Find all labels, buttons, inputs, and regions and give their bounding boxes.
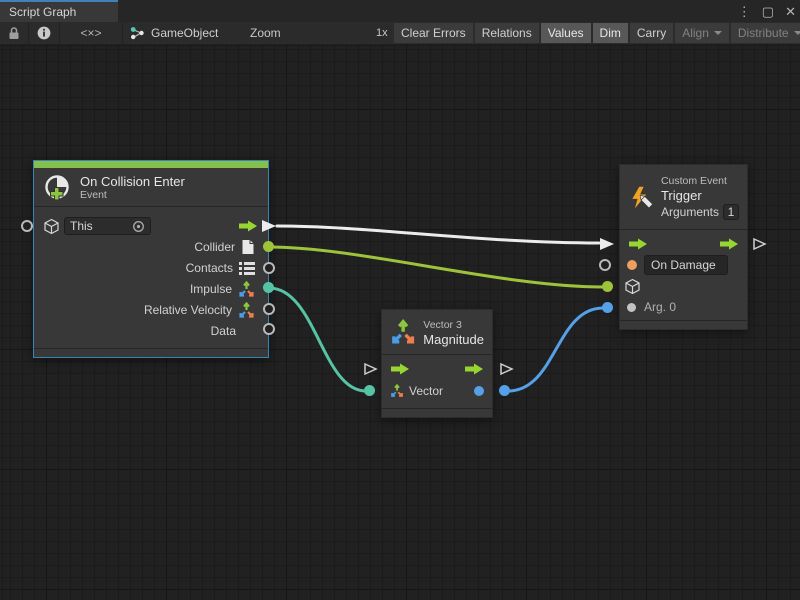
info-button[interactable] [29,22,60,44]
node-vector3-magnitude[interactable]: Vector 3 Magnitude Vector [381,309,493,418]
trigger-in-arrow-icon[interactable] [628,237,648,251]
carry-button[interactable]: Carry [630,23,673,43]
custom-event-icon [628,183,654,213]
node-footer [382,409,492,417]
port-arg0-input-connected[interactable] [602,302,613,313]
info-icon [37,26,51,40]
close-icon[interactable]: ✕ [785,5,796,18]
port-magnitude-trigger-in[interactable] [363,362,378,376]
port-event-name-input[interactable] [599,259,611,271]
dim-button[interactable]: Dim [593,23,628,43]
port-row-collider[interactable]: Collider [34,237,268,257]
arg0-label: Arg. 0 [644,300,676,314]
dropdown-caret-icon [714,31,722,35]
node-title: On Collision Enter [80,174,185,189]
vector3-icon [390,319,416,346]
graph-icon [130,26,145,40]
lock-icon [8,27,20,40]
trigger-out-arrow-icon[interactable] [238,219,258,233]
node-subtitle: Event [80,189,185,202]
node-title: Magnitude [423,332,484,347]
port-row-data[interactable]: Data [34,321,268,341]
relations-button[interactable]: Relations [475,23,539,43]
node-category: Vector 3 [423,319,484,332]
gameobject-cube-icon [43,218,60,235]
vector3-icon [390,384,404,398]
vector-input-label: Vector [409,384,443,398]
port-impulse-connected[interactable] [263,282,274,293]
this-object-field[interactable]: This [64,217,151,235]
graph-toolbar: <×> GameObject Zoom 1x Clear Errors Rela… [0,22,800,45]
vector3-icon [238,281,255,298]
event-name-port[interactable] [627,260,637,270]
tab-script-graph[interactable]: Script Graph [0,0,118,22]
values-button[interactable]: Values [541,23,591,43]
zoom-label: Zoom [250,22,281,44]
dropdown-caret-icon [794,31,800,35]
event-accent-bar [34,161,268,168]
node-title: Trigger [661,188,739,203]
node-on-collision-enter[interactable]: On Collision Enter Event This [33,160,269,358]
port-custom-event-trigger-out[interactable] [752,237,767,251]
gameobject-reference[interactable]: GameObject [130,22,218,44]
code-icon: <×> [80,26,101,40]
vector3-icon [238,302,255,319]
edit-source-button[interactable]: <×> [60,22,123,44]
port-target-gameobject-connected[interactable] [602,281,613,292]
trigger-out-arrow-icon[interactable] [719,237,739,251]
event-name-field[interactable]: On Damage [644,255,728,275]
port-trigger-out-connected[interactable] [261,219,277,233]
port-row-contacts[interactable]: Contacts [34,258,268,278]
port-magnitude-trigger-out[interactable] [499,362,514,376]
collision-event-icon [42,173,72,203]
node-trigger-custom-event[interactable]: Custom Event Trigger Arguments 1 On Dama… [619,164,748,330]
distribute-button[interactable]: Distribute [731,23,800,43]
lock-button[interactable] [0,22,29,44]
node-footer [34,349,268,357]
port-custom-event-trigger-in-connected[interactable] [599,237,615,251]
kebab-menu-icon[interactable]: ⋮ [738,5,751,18]
trigger-out-arrow-icon[interactable] [464,362,484,376]
port-magnitude-output-connected[interactable] [499,385,510,396]
title-bar: Script Graph ⋮ ▢ ✕ [0,0,800,22]
port-data[interactable] [263,323,275,335]
align-button[interactable]: Align [675,23,729,43]
zoom-value: 1x [376,22,388,44]
tab-label: Script Graph [9,5,76,19]
arg0-port[interactable] [627,303,636,312]
port-contacts[interactable] [263,262,275,274]
node-category: Custom Event [661,175,739,188]
contacts-list-icon [239,261,255,275]
port-row-relative-velocity[interactable]: Relative Velocity [34,300,268,320]
node-footer [620,321,747,329]
maximize-icon[interactable]: ▢ [762,5,774,18]
arguments-label: Arguments [661,205,719,219]
arguments-count-field[interactable]: 1 [723,204,739,220]
port-collider-connected[interactable] [263,241,274,252]
magnitude-output-port[interactable] [474,386,484,396]
object-picker-icon[interactable] [132,220,145,233]
gameobject-cube-icon [624,278,641,295]
gameobject-label: GameObject [151,26,218,40]
trigger-in-arrow-icon[interactable] [390,362,410,376]
port-row-impulse[interactable]: Impulse [34,279,268,299]
port-this-input[interactable] [21,220,33,232]
port-vector-input-connected[interactable] [364,385,375,396]
collider-document-icon [241,239,255,255]
clear-errors-button[interactable]: Clear Errors [394,23,473,43]
port-relative-velocity[interactable] [263,303,275,315]
